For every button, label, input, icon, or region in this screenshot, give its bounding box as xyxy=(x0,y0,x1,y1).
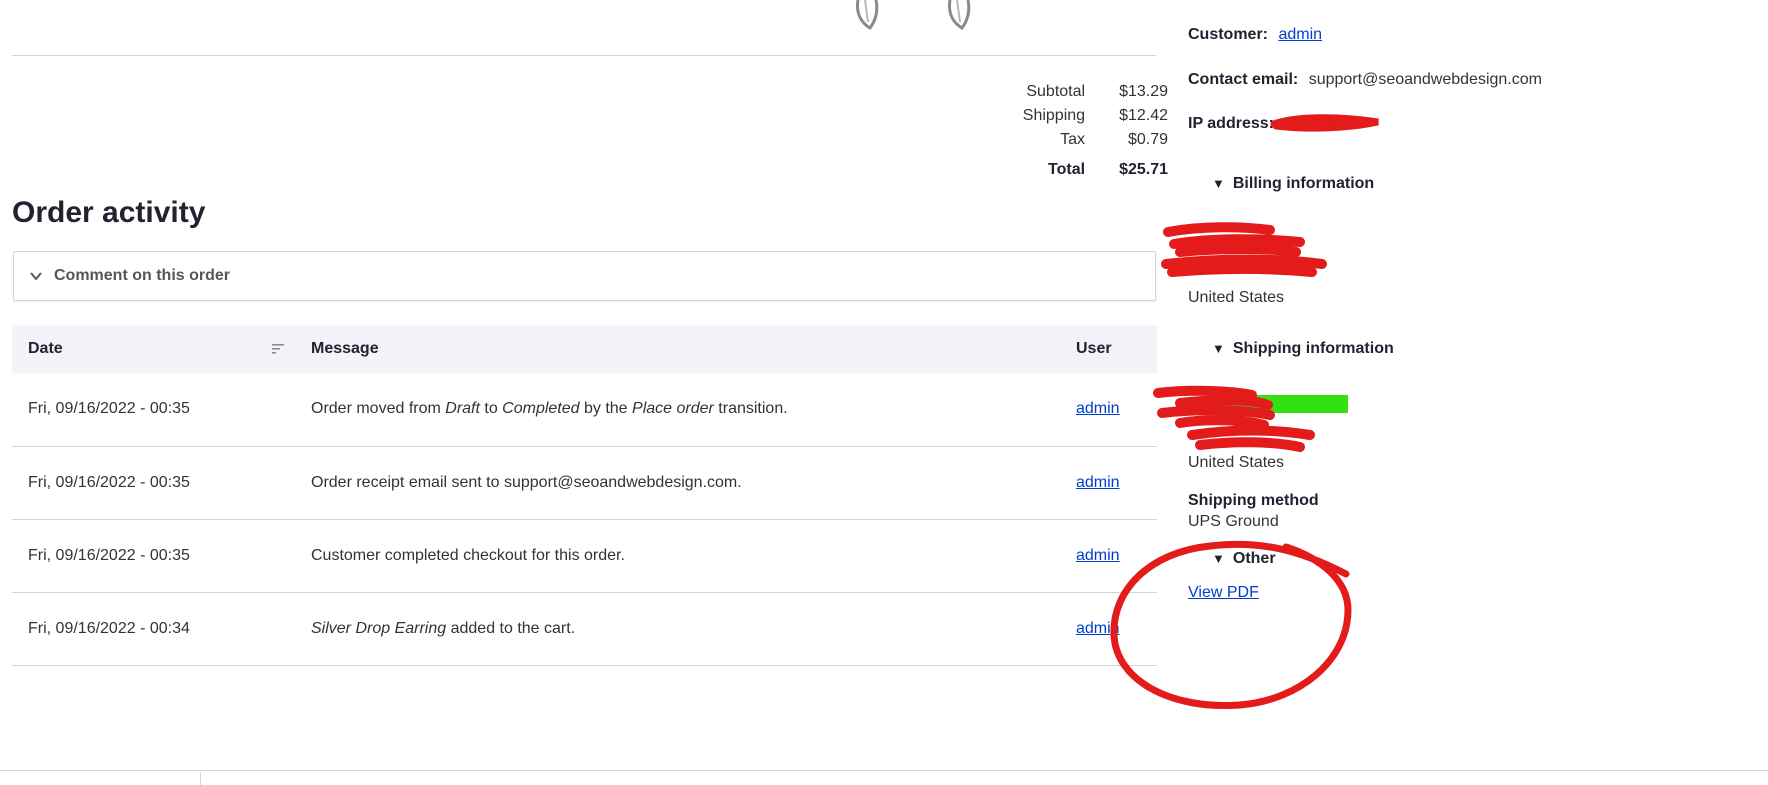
order-activity-table: Date Message User Fri, 09/16/2022 - 00:3… xyxy=(12,325,1157,666)
shipping-method-value: UPS Ground xyxy=(1188,513,1279,530)
shipping-label: Shipping xyxy=(1022,107,1086,124)
chevron-down-icon xyxy=(30,272,42,281)
message-column-header: Message xyxy=(311,340,379,357)
contact-email-value: support@seoandwebdesign.com xyxy=(1308,71,1542,88)
order-activity-heading: Order activity xyxy=(12,196,206,229)
redaction-ip xyxy=(1270,114,1379,132)
shipping-information-toggle[interactable]: ▼ Shipping information xyxy=(1212,340,1394,358)
redaction-shipping-address xyxy=(1153,385,1348,452)
total-row: Total $25.71 xyxy=(1023,152,1168,182)
billing-information-label: Billing information xyxy=(1232,175,1375,192)
row-message: Order receipt email sent to support@seoa… xyxy=(295,446,1060,520)
subtotal-value: $13.29 xyxy=(1119,83,1168,100)
footer-tick xyxy=(200,772,201,785)
row-date: Fri, 09/16/2022 - 00:35 xyxy=(12,519,295,593)
contact-email-field: Contact email: support@seoandwebdesign.c… xyxy=(1188,71,1542,89)
customer-link[interactable]: admin xyxy=(1278,26,1322,43)
redaction-billing-address xyxy=(1161,222,1327,277)
comment-on-order-toggle[interactable]: Comment on this order xyxy=(13,251,1156,301)
row-date: Fri, 09/16/2022 - 00:35 xyxy=(12,446,295,520)
contact-email-label: Contact email: xyxy=(1188,71,1299,88)
sort-icon[interactable] xyxy=(271,343,285,355)
table-row: Fri, 09/16/2022 - 00:35 Customer complet… xyxy=(12,519,1157,593)
footer-divider xyxy=(0,770,1768,771)
shipping-row: Shipping $12.42 xyxy=(1023,104,1168,128)
row-user-link[interactable]: admin xyxy=(1076,400,1120,417)
ip-address-label: IP address: xyxy=(1188,115,1274,132)
shipping-value: $12.42 xyxy=(1119,107,1168,124)
date-column-header[interactable]: Date xyxy=(12,325,295,373)
billing-country: United States xyxy=(1188,289,1285,306)
date-header-label: Date xyxy=(28,340,63,357)
view-pdf-link[interactable]: View PDF xyxy=(1188,584,1259,602)
user-column-header: User xyxy=(1076,340,1112,357)
other-toggle[interactable]: ▼ Other xyxy=(1212,550,1276,568)
tax-label: Tax xyxy=(1060,131,1086,148)
table-row: Fri, 09/16/2022 - 00:35 Order moved from… xyxy=(12,373,1157,447)
row-date: Fri, 09/16/2022 - 00:35 xyxy=(12,373,295,447)
billing-information-toggle[interactable]: ▼ Billing information xyxy=(1212,175,1374,193)
table-row: Fri, 09/16/2022 - 00:35 Order receipt em… xyxy=(12,446,1157,520)
row-user-link[interactable]: admin xyxy=(1076,474,1120,491)
subtotal-label: Subtotal xyxy=(1026,83,1086,100)
order-totals: Subtotal $13.29 Shipping $12.42 Tax $0.7… xyxy=(1023,80,1168,182)
subtotal-row: Subtotal $13.29 xyxy=(1023,80,1168,104)
row-message: Silver Drop Earring added to the cart. xyxy=(295,592,1060,666)
total-label: Total xyxy=(1048,161,1086,178)
total-value: $25.71 xyxy=(1119,161,1168,178)
other-label: Other xyxy=(1232,550,1276,567)
table-row: Fri, 09/16/2022 - 00:34 Silver Drop Earr… xyxy=(12,592,1157,666)
tax-value: $0.79 xyxy=(1127,131,1168,148)
triangle-down-icon: ▼ xyxy=(1212,341,1225,356)
product-image xyxy=(856,0,971,30)
table-header-row: Date Message User xyxy=(12,325,1157,373)
row-user-link[interactable]: admin xyxy=(1076,547,1120,564)
ip-address-field: IP address: xyxy=(1188,115,1280,133)
triangle-down-icon: ▼ xyxy=(1212,176,1225,191)
shipping-method-label: Shipping method xyxy=(1188,492,1319,509)
row-user-link[interactable]: admin xyxy=(1076,620,1120,637)
shipping-information-label: Shipping information xyxy=(1232,340,1394,357)
comment-on-order-label: Comment on this order xyxy=(54,267,231,284)
row-date: Fri, 09/16/2022 - 00:34 xyxy=(12,592,295,666)
triangle-down-icon: ▼ xyxy=(1212,551,1225,566)
row-message: Order moved from Draft to Completed by t… xyxy=(295,373,1060,447)
customer-field: Customer: admin xyxy=(1188,26,1322,44)
row-message: Customer completed checkout for this ord… xyxy=(295,519,1060,593)
tax-row: Tax $0.79 xyxy=(1023,128,1168,152)
customer-label: Customer: xyxy=(1188,26,1269,43)
divider xyxy=(12,55,1156,56)
